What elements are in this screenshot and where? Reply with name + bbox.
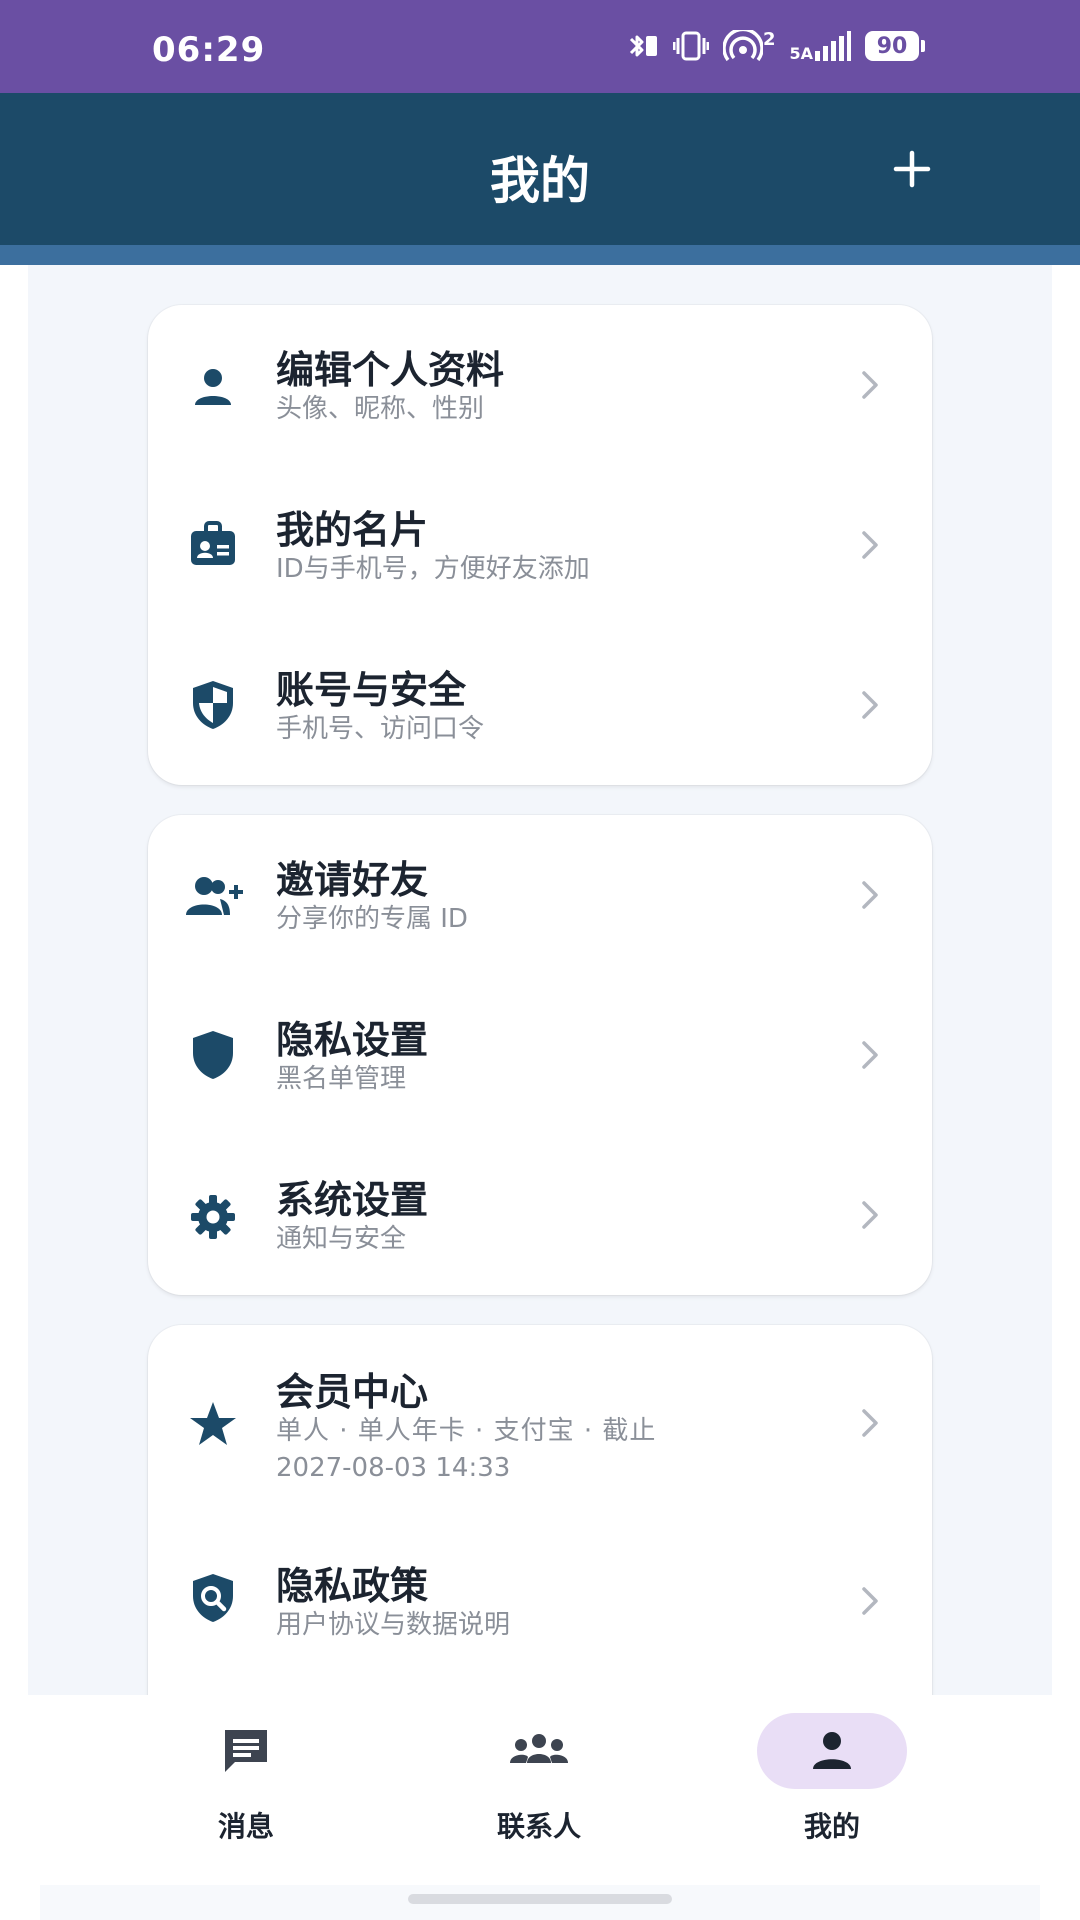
status-icons: 2 5A 90 bbox=[625, 28, 925, 63]
signal-icon: 5A bbox=[789, 31, 851, 63]
menu-item-membership[interactable]: 会员中心 单人 · 单人年卡 · 支付宝 · 截止 2027-08-03 14:… bbox=[148, 1325, 932, 1525]
membership-card: 会员中心 单人 · 单人年卡 · 支付宝 · 截止 2027-08-03 14:… bbox=[148, 1325, 932, 1695]
chevron-right-icon bbox=[858, 367, 882, 403]
chevron-right-icon bbox=[858, 1405, 882, 1441]
add-person-icon bbox=[184, 872, 244, 922]
menu-title: 编辑个人资料 bbox=[276, 348, 505, 392]
menu-item-invite-friends[interactable]: 邀请好友 分享你的专属 ID bbox=[148, 815, 932, 975]
tab-messages[interactable]: 消息 bbox=[126, 1695, 366, 1845]
privacy-card: 邀请好友 分享你的专属 ID 隐私设置 黑名单管理 系统设置 通知与安全 bbox=[148, 815, 932, 1295]
menu-title: 会员中心 bbox=[276, 1370, 429, 1414]
star-icon bbox=[188, 1399, 238, 1449]
status-time: 06:29 bbox=[152, 30, 266, 70]
hotspot-icon bbox=[722, 30, 763, 62]
menu-title: 账号与安全 bbox=[276, 668, 467, 712]
header-divider bbox=[0, 245, 1080, 265]
menu-title: 隐私政策 bbox=[276, 1564, 429, 1608]
status-bar: 06:29 2 5A 90 bbox=[0, 0, 1080, 93]
menu-title: 隐私设置 bbox=[276, 1018, 429, 1062]
network-label: 5A bbox=[789, 44, 813, 63]
menu-title: 我的名片 bbox=[276, 508, 429, 552]
menu-item-edit-profile[interactable]: 编辑个人资料 头像、昵称、性别 bbox=[148, 305, 932, 465]
account-card: 编辑个人资料 头像、昵称、性别 我的名片 ID与手机号，方便好友添加 账号与安全… bbox=[148, 305, 932, 785]
chevron-right-icon bbox=[858, 527, 882, 563]
bottom-nav: 消息 联系人 我的 bbox=[0, 1695, 1080, 1885]
shield-search-icon bbox=[188, 1573, 238, 1623]
menu-item-account-security[interactable]: 账号与安全 手机号、访问口令 bbox=[148, 625, 932, 785]
menu-item-privacy-settings[interactable]: 隐私设置 黑名单管理 bbox=[148, 975, 932, 1135]
tab-label: 消息 bbox=[217, 1810, 274, 1843]
settings-content[interactable]: 编辑个人资料 头像、昵称、性别 我的名片 ID与手机号，方便好友添加 账号与安全… bbox=[28, 265, 1052, 1695]
battery-icon: 90 bbox=[865, 31, 925, 61]
menu-item-system-settings[interactable]: 系统设置 通知与安全 bbox=[148, 1135, 932, 1295]
message-icon bbox=[225, 1730, 267, 1772]
menu-item-my-card[interactable]: 我的名片 ID与手机号，方便好友添加 bbox=[148, 465, 932, 625]
tab-pill-active bbox=[757, 1713, 907, 1789]
tab-label: 我的 bbox=[803, 1810, 860, 1843]
wifi-label: 2 bbox=[762, 28, 776, 50]
tab-label: 联系人 bbox=[496, 1810, 581, 1843]
group-icon bbox=[510, 1734, 568, 1763]
chevron-right-icon bbox=[858, 1037, 882, 1073]
tab-pill bbox=[171, 1713, 321, 1789]
battery-level: 90 bbox=[865, 31, 919, 61]
menu-subtitle: 用户协议与数据说明 bbox=[276, 1610, 511, 1640]
shield-half-icon bbox=[188, 680, 238, 730]
plus-icon bbox=[893, 150, 931, 188]
vibrate-icon bbox=[672, 30, 709, 62]
tab-pill bbox=[464, 1713, 614, 1789]
menu-title: 系统设置 bbox=[276, 1178, 429, 1222]
tab-me[interactable]: 我的 bbox=[712, 1695, 952, 1845]
tab-contacts[interactable]: 联系人 bbox=[419, 1695, 659, 1845]
menu-subtitle: 单人 · 单人年卡 · 支付宝 · 截止 bbox=[276, 1416, 657, 1446]
app-header: 我的 bbox=[0, 93, 1080, 245]
menu-subtitle: 头像、昵称、性别 bbox=[276, 394, 485, 424]
menu-subtitle: ID与手机号，方便好友添加 bbox=[276, 554, 590, 584]
menu-item-privacy-policy[interactable]: 隐私政策 用户协议与数据说明 bbox=[148, 1515, 932, 1675]
menu-subtitle: 通知与安全 bbox=[276, 1224, 407, 1254]
menu-subtitle: 分享你的专属 ID bbox=[276, 904, 468, 934]
person-icon bbox=[188, 362, 238, 412]
menu-subtitle: 手机号、访问口令 bbox=[276, 714, 485, 744]
shield-icon bbox=[188, 1030, 238, 1080]
menu-subtitle: 黑名单管理 bbox=[276, 1064, 407, 1094]
chevron-right-icon bbox=[858, 687, 882, 723]
membership-expiry: 2027-08-03 14:33 bbox=[276, 1453, 511, 1483]
person-icon bbox=[813, 1732, 851, 1769]
gear-icon bbox=[188, 1192, 238, 1242]
id-card-icon bbox=[188, 520, 238, 570]
home-indicator[interactable] bbox=[408, 1894, 672, 1904]
add-button[interactable] bbox=[884, 141, 940, 197]
menu-title: 邀请好友 bbox=[276, 858, 429, 902]
chevron-right-icon bbox=[858, 877, 882, 913]
chevron-right-icon bbox=[858, 1197, 882, 1233]
chevron-right-icon bbox=[858, 1583, 882, 1619]
bluetooth-icon bbox=[625, 30, 659, 62]
